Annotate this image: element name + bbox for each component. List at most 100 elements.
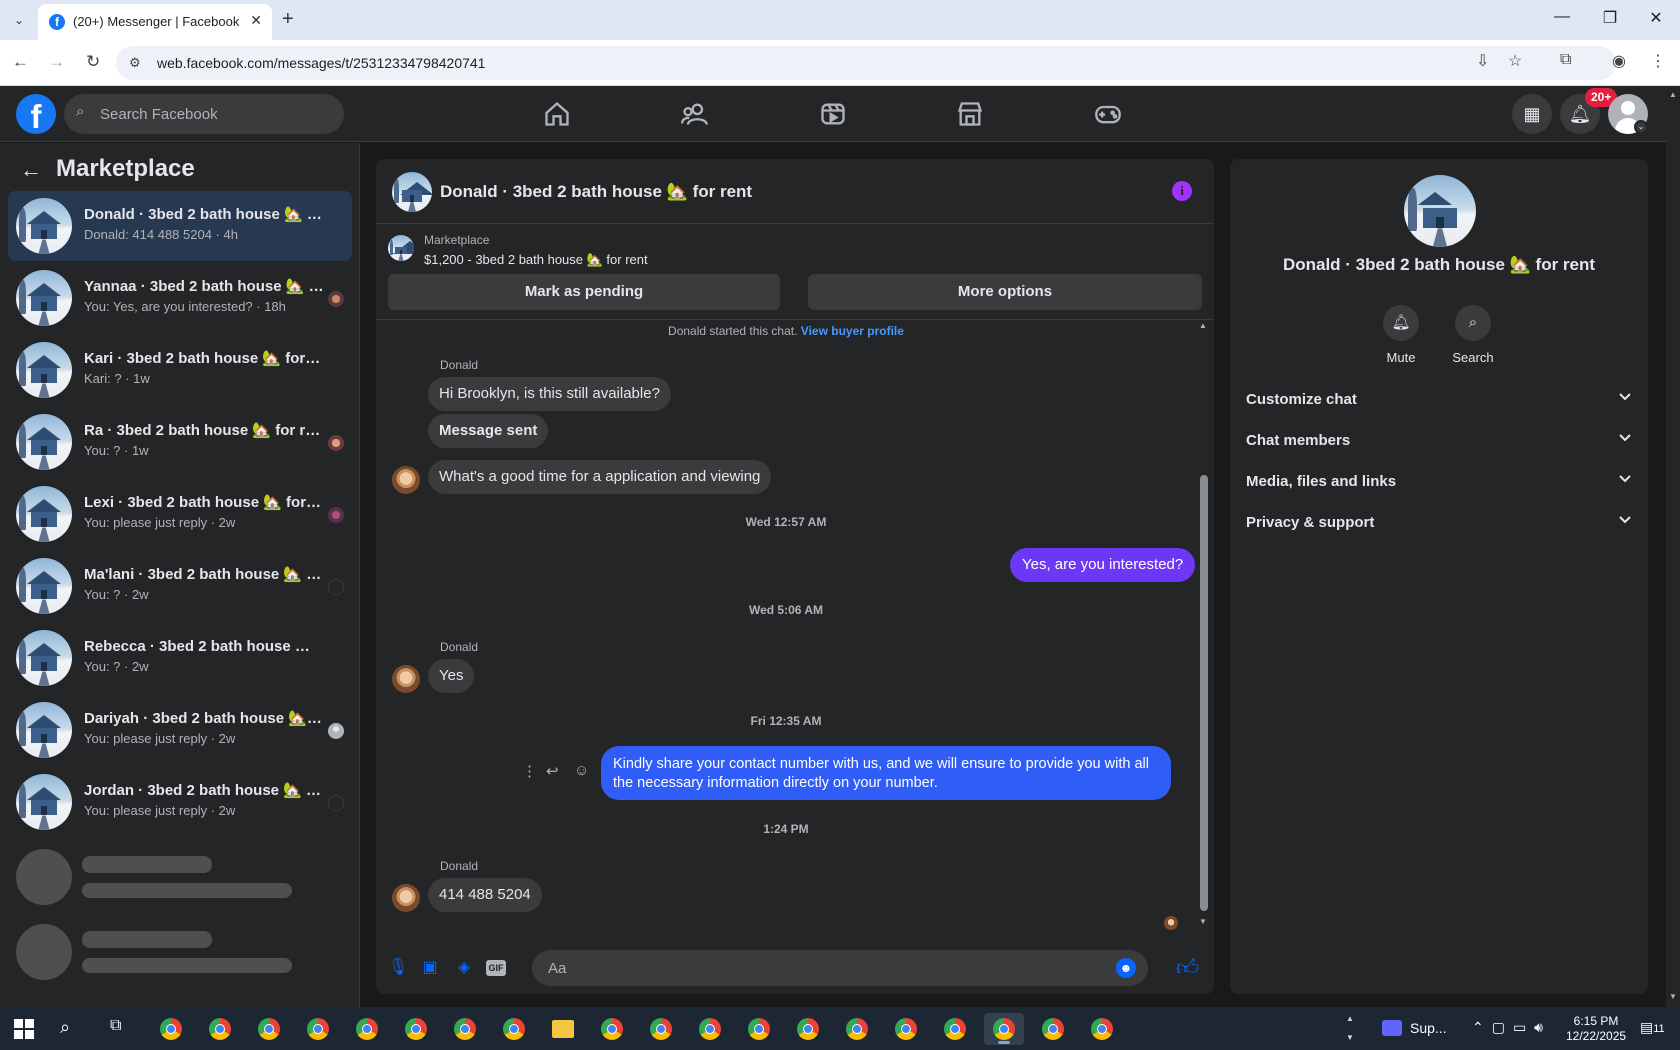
- windows-start-icon[interactable]: [14, 1019, 34, 1039]
- microphone-icon[interactable]: 🎙︎: [388, 958, 408, 978]
- conversation-item-ra[interactable]: Ra · 3bed 2 bath house 🏡 for rent You: ?…: [8, 407, 352, 477]
- account-chevron-icon[interactable]: ⌄: [1634, 120, 1648, 134]
- chrome-taskbar-icon[interactable]: [935, 1013, 975, 1045]
- info-icon[interactable]: i: [1172, 181, 1192, 201]
- video-icon[interactable]: [812, 93, 854, 135]
- conversation-item-lexi[interactable]: Lexi · 3bed 2 bath house 🏡 for rent You:…: [8, 479, 352, 549]
- section-chat-members[interactable]: Chat members: [1246, 423, 1632, 459]
- chrome-taskbar-icon[interactable]: [1082, 1013, 1122, 1045]
- search-in-conversation-button[interactable]: ⌕ Search: [1443, 305, 1503, 365]
- chrome-taskbar-icon[interactable]: [788, 1013, 828, 1045]
- section-privacy-support[interactable]: Privacy & support: [1246, 505, 1632, 541]
- scroll-up-icon[interactable]: ▲: [1199, 321, 1207, 330]
- conversation-item-dariyah[interactable]: Dariyah · 3bed 2 bath house 🏡 for rent Y…: [8, 695, 352, 765]
- incoming-message[interactable]: Yes: [428, 659, 475, 693]
- new-tab-icon[interactable]: +: [282, 8, 294, 31]
- outgoing-message[interactable]: Yes, are you interested?: [1010, 548, 1196, 582]
- mute-button[interactable]: 🔔︎ Mute: [1371, 305, 1431, 365]
- scroll-up-icon[interactable]: ▲: [1669, 90, 1677, 99]
- chrome-taskbar-icon[interactable]: [592, 1013, 632, 1045]
- chrome-taskbar-icon[interactable]: [641, 1013, 681, 1045]
- notification-center-icon[interactable]: ▤11: [1640, 1019, 1665, 1036]
- profile-icon[interactable]: ◉: [1612, 51, 1626, 71]
- chrome-taskbar-icon[interactable]: [886, 1013, 926, 1045]
- incoming-message[interactable]: What's a good time for a application and…: [428, 460, 772, 494]
- chat-title[interactable]: Donald · 3bed 2 bath house 🏡 for rent: [440, 182, 752, 202]
- chrome-taskbar-icon[interactable]: [298, 1013, 338, 1045]
- reply-icon[interactable]: ↩: [546, 762, 559, 780]
- friends-icon[interactable]: [674, 93, 716, 135]
- chrome-taskbar-icon-active[interactable]: [984, 1013, 1024, 1045]
- incoming-message[interactable]: Hi Brooklyn, is this still available?: [428, 377, 671, 411]
- section-customize-chat[interactable]: Customize chat: [1246, 382, 1632, 418]
- scroll-down-icon[interactable]: ▼: [1199, 917, 1207, 926]
- listing-title[interactable]: $1,200 - 3bed 2 bath house 🏡 for rent: [424, 252, 648, 268]
- facebook-logo-icon[interactable]: f: [16, 94, 56, 135]
- sender-avatar[interactable]: [392, 665, 420, 693]
- facebook-search-input[interactable]: ⌕ Search Facebook: [64, 94, 344, 134]
- mark-as-pending-button[interactable]: Mark as pending: [388, 274, 780, 310]
- message-input[interactable]: Aa: [532, 950, 1148, 986]
- site-info-icon[interactable]: ⚙: [129, 55, 141, 71]
- incoming-message[interactable]: 414 488 5204: [428, 878, 542, 912]
- chrome-taskbar-icon[interactable]: [690, 1013, 730, 1045]
- reload-icon[interactable]: ↻: [86, 52, 100, 72]
- restore-icon[interactable]: ❐: [1600, 8, 1620, 28]
- chrome-taskbar-icon[interactable]: [1033, 1013, 1073, 1045]
- conversation-item-malani[interactable]: Ma'lani · 3bed 2 bath house 🏡 for rent Y…: [8, 551, 352, 621]
- marketplace-icon[interactable]: [949, 93, 991, 135]
- sender-avatar[interactable]: [392, 466, 420, 494]
- conversation-item-kari[interactable]: Kari · 3bed 2 bath house 🏡 for rent Kari…: [8, 335, 352, 405]
- back-arrow-icon[interactable]: ←: [20, 157, 42, 183]
- gaming-icon[interactable]: [1087, 93, 1129, 135]
- chrome-taskbar-icon[interactable]: [249, 1013, 289, 1045]
- pinned-app-button[interactable]: Sup...: [1382, 1020, 1447, 1036]
- chat-scrollbar[interactable]: ▲ ▼: [1198, 321, 1210, 929]
- gif-icon[interactable]: GIF: [486, 960, 506, 976]
- section-media-files-links[interactable]: Media, files and links: [1246, 464, 1632, 500]
- view-buyer-profile-link[interactable]: View buyer profile: [801, 324, 904, 338]
- conversation-item-yannaa[interactable]: Yannaa · 3bed 2 bath house 🏡 for rent Yo…: [8, 263, 352, 333]
- conversation-item-jordan[interactable]: Jordan · 3bed 2 bath house 🏡 for rent Yo…: [8, 767, 352, 837]
- emoji-icon[interactable]: ☻: [1116, 958, 1136, 978]
- more-options-button[interactable]: More options: [808, 274, 1202, 310]
- listing-thumbnail[interactable]: [388, 235, 414, 261]
- window-close-icon[interactable]: ✕: [1646, 8, 1666, 28]
- taskbar-clock[interactable]: 6:15 PM 12/22/2025: [1566, 1014, 1626, 1044]
- chrome-taskbar-icon[interactable]: [445, 1013, 485, 1045]
- minimize-icon[interactable]: —: [1552, 8, 1572, 26]
- chrome-taskbar-icon[interactable]: [739, 1013, 779, 1045]
- system-tray-icons[interactable]: ⌃▢▭🔊︎: [1472, 1019, 1551, 1036]
- back-icon[interactable]: ←: [12, 52, 29, 72]
- browser-tab[interactable]: f (20+) Messenger | Facebook ✕: [38, 4, 272, 40]
- outgoing-message[interactable]: Kindly share your contact number with us…: [601, 746, 1171, 800]
- taskbar-search-icon[interactable]: ⌕: [60, 1017, 70, 1038]
- sender-avatar[interactable]: [392, 884, 420, 912]
- chrome-taskbar-icon[interactable]: [200, 1013, 240, 1045]
- file-explorer-icon[interactable]: [543, 1013, 583, 1045]
- extensions-icon[interactable]: ⧉: [1560, 51, 1571, 69]
- tab-close-icon[interactable]: ✕: [250, 12, 262, 29]
- react-smiley-icon[interactable]: ☺: [574, 762, 589, 779]
- more-actions-icon[interactable]: ⋮: [522, 762, 537, 780]
- forward-icon[interactable]: →: [48, 52, 65, 72]
- task-view-icon[interactable]: ⧉: [110, 1017, 121, 1035]
- thumbs-up-icon[interactable]: 👍︎: [1176, 954, 1199, 981]
- chrome-taskbar-icon[interactable]: [494, 1013, 534, 1045]
- conversation-item-rebecca[interactable]: Rebecca · 3bed 2 bath house 🏡 for rent Y…: [8, 623, 352, 693]
- chat-thumbnail[interactable]: [392, 172, 432, 212]
- address-bar[interactable]: ⚙ web.facebook.com/messages/t/2531233479…: [116, 46, 1616, 80]
- tab-search-chevron-icon[interactable]: ⌄: [8, 9, 30, 31]
- chrome-taskbar-icon[interactable]: [347, 1013, 387, 1045]
- sticker-icon[interactable]: ◈: [454, 958, 474, 978]
- install-app-icon[interactable]: ⇩: [1476, 51, 1489, 71]
- chrome-taskbar-icon[interactable]: [151, 1013, 191, 1045]
- scrollbar-thumb[interactable]: [1200, 475, 1208, 911]
- browser-menu-icon[interactable]: ⋮: [1650, 51, 1666, 71]
- page-scrollbar[interactable]: ▲ ▼: [1666, 86, 1680, 1007]
- bookmark-star-icon[interactable]: ☆: [1508, 51, 1522, 71]
- conversation-item-donald[interactable]: Donald · 3bed 2 bath house 🏡 for rent Do…: [8, 191, 352, 261]
- scroll-down-icon[interactable]: ▼: [1669, 992, 1677, 1001]
- home-icon[interactable]: [536, 93, 578, 135]
- chrome-taskbar-icon[interactable]: [837, 1013, 877, 1045]
